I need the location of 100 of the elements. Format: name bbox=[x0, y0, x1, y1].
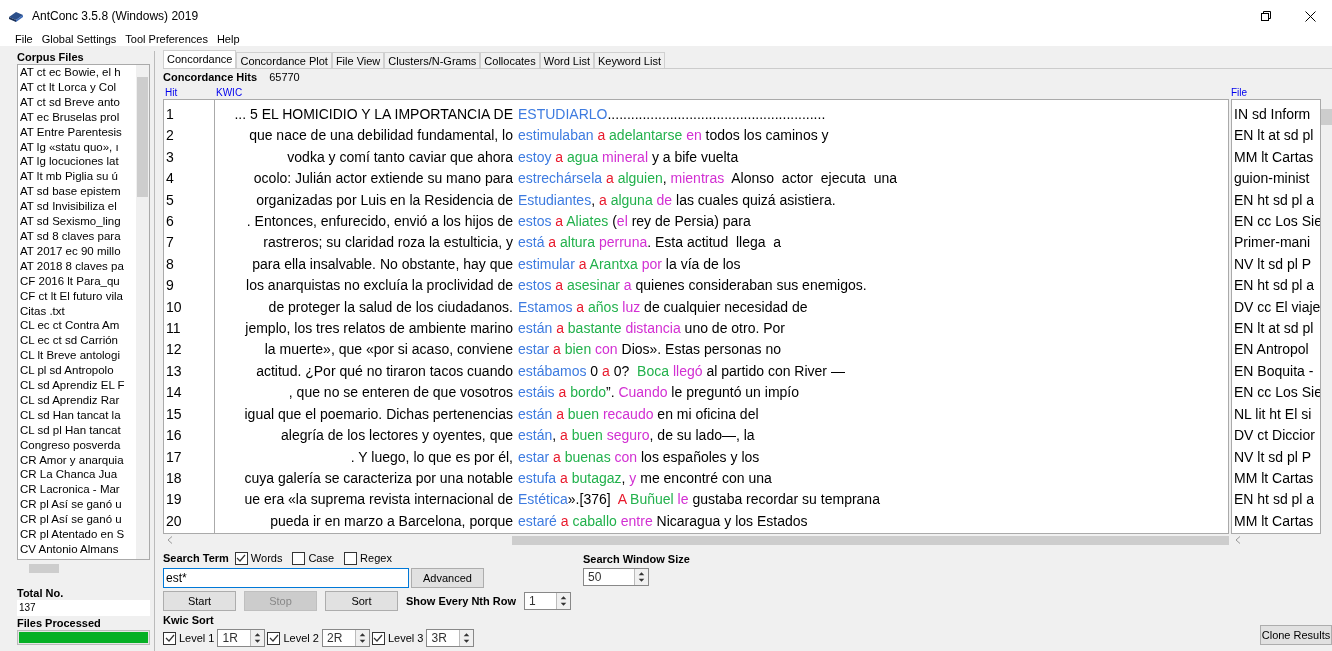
kwic-text: están, a buen seguro, de su lado—, la bbox=[517, 426, 755, 446]
file-list-item[interactable]: CL sd Han tancat la bbox=[20, 407, 121, 423]
checkbox-label[interactable]: Level 3 bbox=[387, 629, 424, 647]
left-context: actitud. ¿Por qué no tiraron tacos cuando bbox=[255, 361, 513, 381]
file-list-item[interactable]: CL sd Aprendiz Rar bbox=[20, 392, 120, 408]
file-list-item[interactable]: CF 2016 lt Para_qu bbox=[20, 273, 120, 289]
checkbox-label[interactable]: Regex bbox=[360, 549, 392, 567]
field-label: Total No. bbox=[17, 587, 65, 600]
spin-arrows-icon[interactable] bbox=[459, 630, 474, 646]
left-context: alegría de los lectores y oyentes, que bbox=[280, 426, 513, 446]
sort-level-spinner[interactable]: 1R bbox=[217, 629, 266, 647]
nth-row-spinner[interactable]: 1 bbox=[524, 592, 572, 610]
file-name: EN lt at sd pl bbox=[1233, 126, 1314, 146]
file-list-item[interactable]: Congreso posverda bbox=[20, 437, 121, 453]
checkbox-label[interactable]: Words bbox=[250, 549, 283, 567]
sort-level-spinner[interactable]: 3R bbox=[426, 629, 475, 647]
file-list-item[interactable]: AT ct ec Bowie, el h bbox=[20, 65, 121, 80]
file-list-item[interactable]: AT sd 8 claves para bbox=[20, 228, 121, 244]
checkbox[interactable] bbox=[234, 551, 248, 565]
hit-number: 2 bbox=[165, 126, 175, 146]
file-name: MM lt Cartas bbox=[1233, 147, 1314, 167]
checkbox[interactable] bbox=[267, 631, 281, 645]
file-list-item[interactable]: AT 2018 8 claves pa bbox=[20, 258, 124, 274]
checkbox[interactable] bbox=[163, 631, 176, 645]
clone-results-button[interactable]: Clone Results bbox=[1260, 625, 1332, 645]
checkbox[interactable] bbox=[344, 551, 358, 565]
menu-item[interactable]: Global Settings bbox=[41, 30, 117, 48]
spin-arrows-icon[interactable] bbox=[354, 630, 369, 646]
file-list-item[interactable]: AT sd Invisibiliza el bbox=[20, 199, 117, 215]
spin-arrows-icon[interactable] bbox=[634, 569, 648, 585]
file-list-item[interactable]: CR Lacronica - Mar bbox=[20, 482, 120, 498]
column-header[interactable]: KWIC bbox=[216, 85, 1231, 99]
action-button[interactable]: Start bbox=[163, 591, 236, 611]
file-list-item[interactable]: AT ct lt Lorca y Col bbox=[20, 79, 117, 95]
tab[interactable]: Word List bbox=[539, 52, 594, 68]
file-list-item[interactable]: CR pl Así se ganó u bbox=[20, 512, 122, 528]
file-list-item[interactable]: CR pl Así se ganó u bbox=[20, 497, 122, 513]
file-name: EN ht sd pl a bbox=[1233, 490, 1315, 510]
menu-item[interactable]: File bbox=[15, 30, 33, 48]
hit-number: 3 bbox=[165, 147, 175, 167]
hit-number: 6 bbox=[165, 212, 175, 232]
file-list-item[interactable]: Citas .txt bbox=[20, 303, 65, 319]
tab[interactable]: Collocates bbox=[480, 52, 540, 68]
file-list-item[interactable]: AT ct sd Breve anto bbox=[20, 94, 120, 110]
hits-label: Concordance Hits bbox=[163, 69, 258, 85]
file-list-item[interactable]: AT sd Sexismo_ling bbox=[20, 214, 121, 229]
checkbox-label[interactable]: Case bbox=[308, 549, 335, 567]
file-list-item[interactable]: CL ec ct Contra Am bbox=[20, 318, 120, 334]
file-list-item[interactable]: CV Antonio Almans bbox=[20, 542, 119, 557]
spin-arrows-icon[interactable] bbox=[250, 630, 265, 646]
file-list-item[interactable]: AT lt mb Piglia su ú bbox=[20, 169, 118, 185]
left-context: los anarquistas no excluía la proclividad de bbox=[245, 276, 513, 296]
file-list-item[interactable]: AT sd base epistem bbox=[20, 184, 121, 200]
left-context: ue era «la suprema revista internacional de bbox=[243, 490, 513, 510]
kwic-text: estos a Aliates (el rey de Persia) para bbox=[517, 212, 751, 232]
vertical-scrollbar[interactable] bbox=[136, 65, 149, 559]
menu-item[interactable]: Tool Preferences bbox=[125, 30, 208, 48]
file-list-item[interactable]: CR La Chanca Jua bbox=[20, 467, 118, 483]
file-list-item[interactable]: AT Entre Parentesis bbox=[20, 124, 122, 140]
file-list-item[interactable]: AT lg locuciones lat bbox=[20, 154, 119, 170]
file-list-item[interactable]: CR pl Atentado en S bbox=[20, 527, 125, 542]
window-title: AntConc 3.5.8 (Windows) 2019 bbox=[32, 8, 199, 25]
tab[interactable]: Clusters/N-Grams bbox=[384, 52, 481, 68]
window-size-spinner[interactable]: 50 bbox=[583, 568, 649, 586]
kwic-text: estábamos 0 a 0? Boca llegó al partido con River — bbox=[517, 361, 845, 381]
kwic-text: están a buen recaudo en mi oficina del bbox=[517, 404, 759, 424]
column-header[interactable]: Hit bbox=[163, 85, 216, 99]
file-list-item[interactable]: CR Amor y anarquia bbox=[20, 452, 124, 468]
left-context: igual que el poemario. Dichas pertenencias bbox=[243, 404, 513, 424]
file-list-item[interactable]: AT 2017 ec 90 millo bbox=[20, 243, 121, 259]
checkbox[interactable] bbox=[292, 551, 306, 565]
hit-number: 18 bbox=[165, 468, 183, 488]
checkbox[interactable] bbox=[371, 631, 385, 645]
advanced-button[interactable]: Advanced bbox=[411, 568, 484, 588]
search-field[interactable]: est* bbox=[163, 568, 409, 588]
checkbox-label[interactable]: Level 2 bbox=[283, 629, 319, 647]
spin-arrows-icon[interactable] bbox=[556, 593, 571, 609]
file-list-item[interactable]: CL sd pl Han tancat bbox=[20, 422, 121, 438]
file-name: DV ct Diccior bbox=[1233, 426, 1315, 446]
file-list-item[interactable]: CL sd Aprendiz EL F bbox=[20, 378, 125, 393]
restore-icon[interactable] bbox=[1261, 11, 1271, 21]
file-list-item[interactable]: CF ct lt El futuro vila bbox=[20, 288, 123, 304]
file-list-item[interactable]: AT lg «statu quo», ı bbox=[20, 139, 119, 155]
left-context: de proteger la salud de los ciudadanos. bbox=[267, 297, 513, 317]
tab[interactable]: Concordance Plot bbox=[236, 52, 332, 68]
tab[interactable]: Concordance bbox=[163, 50, 237, 68]
tab[interactable]: Keyword List bbox=[593, 52, 665, 68]
file-list-item[interactable]: CL lt Breve antologi bbox=[20, 348, 120, 364]
close-icon[interactable] bbox=[1305, 10, 1316, 22]
file-list-item[interactable]: CL pl sd Antropolo bbox=[20, 363, 114, 379]
column-header[interactable]: File bbox=[1231, 85, 1332, 99]
tab[interactable]: File View bbox=[331, 52, 385, 68]
checkbox-label[interactable]: Level 1 bbox=[179, 629, 215, 647]
file-list-item[interactable]: AT ec Bruselas prol bbox=[20, 109, 120, 125]
menu-item[interactable]: Help bbox=[216, 30, 240, 48]
sort-level-spinner[interactable]: 2R bbox=[321, 629, 370, 647]
file-name: NL lit ht El si bbox=[1233, 404, 1312, 424]
file-list-item[interactable]: CL ec ct sd Carrión bbox=[20, 333, 118, 349]
kwic-text: estáis a bordo”. Cuando le preguntó un impío bbox=[517, 383, 799, 403]
action-button[interactable]: Sort bbox=[325, 591, 398, 611]
